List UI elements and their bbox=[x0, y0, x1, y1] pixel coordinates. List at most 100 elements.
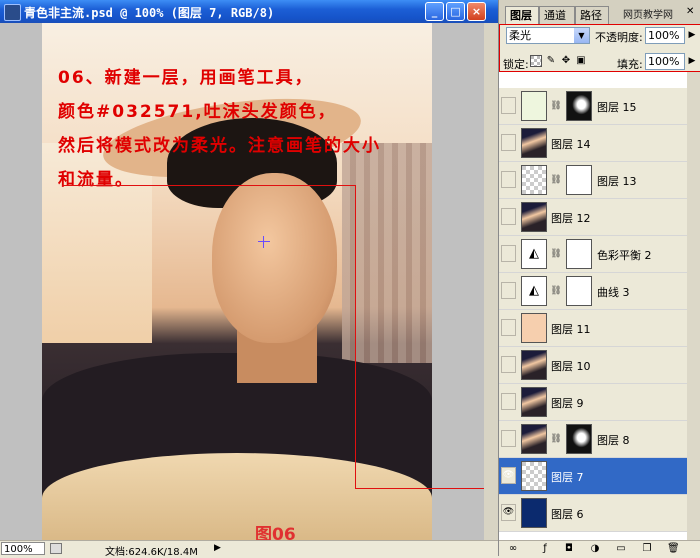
layer-row[interactable]: ⛓ 图层 8 bbox=[499, 421, 687, 458]
layer-style-icon[interactable]: ƒ bbox=[539, 543, 551, 555]
document-window: 青色非主流.psd @ 100% (图层 7, RGB/8) _ □ × 06、… bbox=[0, 0, 498, 558]
lock-brush-icon[interactable]: ✎ bbox=[545, 55, 557, 67]
layer-row[interactable]: ⛓ 图层 13 bbox=[499, 162, 687, 199]
site-watermark: 网页教学网 bbox=[623, 10, 673, 21]
layer-thumbnail[interactable] bbox=[521, 202, 547, 232]
layer-name[interactable]: 图层 11 bbox=[551, 321, 591, 337]
status-nav-icon[interactable] bbox=[50, 543, 62, 554]
layer-name[interactable]: 图层 10 bbox=[551, 358, 591, 374]
link-layers-icon[interactable]: ∞ bbox=[507, 543, 519, 555]
add-mask-icon[interactable]: ◘ bbox=[563, 543, 575, 555]
layer-row[interactable]: 图层 10 bbox=[499, 347, 687, 384]
visibility-eye-icon[interactable] bbox=[501, 430, 516, 447]
layer-thumbnail[interactable] bbox=[521, 165, 547, 195]
layer-thumbnail[interactable] bbox=[521, 461, 547, 491]
opacity-label: 不透明度: bbox=[595, 31, 643, 44]
layer-row[interactable]: ◭ ⛓ 色彩平衡 2 bbox=[499, 236, 687, 273]
layer-mask-thumbnail[interactable] bbox=[566, 276, 592, 306]
lock-move-icon[interactable]: ✥ bbox=[560, 55, 572, 67]
opacity-field[interactable]: 100% bbox=[645, 27, 685, 44]
adjustment-layer-icon[interactable]: ◑ bbox=[589, 543, 601, 555]
layer-thumbnail[interactable] bbox=[521, 128, 547, 158]
crosshair-cursor-icon bbox=[258, 236, 270, 248]
close-button[interactable]: × bbox=[467, 2, 486, 21]
layer-thumbnail[interactable] bbox=[521, 498, 547, 528]
status-menu-arrow-icon[interactable]: ▶ bbox=[214, 542, 226, 555]
layer-list: ⛓ 图层 15 图层 14 ⛓ 图层 13 图层 12 ◭ ⛓ 色彩平衡 2 ◭ ⛓ 曲线 3 图层 1… bbox=[499, 72, 687, 540]
panel-close-icon[interactable]: ✕ bbox=[686, 6, 698, 18]
layer-row[interactable]: 图层 12 bbox=[499, 199, 687, 236]
layer-thumbnail[interactable] bbox=[521, 91, 547, 121]
fill-slider-arrow-icon[interactable]: ▶ bbox=[686, 53, 698, 70]
mask-link-icon[interactable]: ⛓ bbox=[550, 285, 562, 297]
callout-line-vertical bbox=[355, 185, 356, 488]
delete-layer-icon[interactable]: 🗑 bbox=[667, 543, 680, 555]
fill-field[interactable]: 100% bbox=[645, 53, 685, 70]
opacity-slider-arrow-icon[interactable]: ▶ bbox=[686, 27, 698, 44]
layer-row[interactable]: 图层 11 bbox=[499, 310, 687, 347]
layer-row[interactable]: 👁 图层 7 bbox=[499, 458, 687, 495]
layer-thumbnail[interactable] bbox=[521, 424, 547, 454]
layer-thumbnail[interactable]: ◭ bbox=[521, 239, 547, 269]
canvas-area[interactable]: 06、新建一层，用画笔工具， 颜色#032571,吐沫头发颜色， 然后将模式改为… bbox=[0, 23, 498, 545]
document-titlebar[interactable]: 青色非主流.psd @ 100% (图层 7, RGB/8) _ □ × bbox=[0, 0, 498, 23]
mask-link-icon[interactable]: ⛓ bbox=[550, 174, 562, 186]
panel-tabs: 图层 通道 路径 网页教学网 ✕ bbox=[499, 0, 700, 24]
layer-mask-thumbnail[interactable] bbox=[566, 239, 592, 269]
instruction-text: 06、新建一层，用画笔工具， 颜色#032571,吐沫头发颜色， 然后将模式改为… bbox=[58, 61, 381, 197]
zoom-field[interactable]: 100% bbox=[1, 542, 45, 555]
layer-name[interactable]: 图层 14 bbox=[551, 136, 591, 152]
mask-link-icon[interactable]: ⛓ bbox=[550, 248, 562, 260]
chevron-down-icon[interactable]: ▼ bbox=[574, 28, 589, 43]
tab-channels[interactable]: 通道 bbox=[539, 6, 575, 24]
visibility-eye-icon[interactable] bbox=[501, 393, 516, 410]
layer-mask-thumbnail[interactable] bbox=[566, 91, 592, 121]
layer-thumbnail[interactable] bbox=[521, 387, 547, 417]
photo-knee bbox=[42, 453, 432, 540]
layer-mask-thumbnail[interactable] bbox=[566, 424, 592, 454]
visibility-eye-icon[interactable] bbox=[501, 97, 516, 114]
visibility-eye-icon[interactable] bbox=[501, 134, 516, 151]
layer-row[interactable]: 👁 图层 6 bbox=[499, 495, 687, 532]
lock-transparency-icon[interactable] bbox=[530, 55, 542, 67]
visibility-eye-icon[interactable]: 👁 bbox=[501, 504, 516, 521]
minimize-button[interactable]: _ bbox=[425, 2, 444, 21]
visibility-eye-icon[interactable] bbox=[501, 245, 516, 262]
visibility-eye-icon[interactable] bbox=[501, 356, 516, 373]
lock-all-icon[interactable]: ▣ bbox=[575, 55, 587, 67]
new-layer-icon[interactable]: ❐ bbox=[641, 543, 653, 555]
visibility-eye-icon[interactable]: 👁 bbox=[501, 467, 516, 484]
layer-name[interactable]: 图层 13 bbox=[597, 173, 637, 189]
layer-name[interactable]: 图层 15 bbox=[597, 99, 637, 115]
visibility-eye-icon[interactable] bbox=[501, 208, 516, 225]
layer-list-scrollbar[interactable] bbox=[687, 72, 700, 540]
layer-name[interactable]: 图层 7 bbox=[551, 469, 584, 485]
layer-name[interactable]: 图层 6 bbox=[551, 506, 584, 522]
visibility-eye-icon[interactable] bbox=[501, 319, 516, 336]
layer-mask-thumbnail[interactable] bbox=[566, 165, 592, 195]
layer-name[interactable]: 色彩平衡 2 bbox=[597, 247, 652, 263]
blend-mode-select[interactable]: 柔光 ▼ bbox=[506, 27, 590, 44]
layer-row[interactable]: ◭ ⛓ 曲线 3 bbox=[499, 273, 687, 310]
mask-link-icon[interactable]: ⛓ bbox=[550, 433, 562, 445]
tab-layers[interactable]: 图层 bbox=[505, 6, 539, 24]
mask-link-icon[interactable]: ⛓ bbox=[550, 100, 562, 112]
layer-thumbnail[interactable] bbox=[521, 350, 547, 380]
visibility-eye-icon[interactable] bbox=[501, 282, 516, 299]
layer-thumbnail[interactable]: ◭ bbox=[521, 276, 547, 306]
layer-row[interactable]: 图层 9 bbox=[499, 384, 687, 421]
layer-row[interactable]: 图层 14 bbox=[499, 125, 687, 162]
layer-name[interactable]: 曲线 3 bbox=[597, 284, 630, 300]
photoshop-icon bbox=[4, 4, 21, 21]
tab-paths[interactable]: 路径 bbox=[575, 6, 609, 24]
layer-name[interactable]: 图层 9 bbox=[551, 395, 584, 411]
layer-name[interactable]: 图层 8 bbox=[597, 432, 630, 448]
document-scrollbar[interactable] bbox=[484, 23, 498, 540]
layer-name[interactable]: 图层 12 bbox=[551, 210, 591, 226]
new-group-icon[interactable]: ▭ bbox=[615, 543, 627, 555]
layer-row[interactable]: ⛓ 图层 15 bbox=[499, 88, 687, 125]
maximize-button[interactable]: □ bbox=[446, 2, 465, 21]
layer-thumbnail[interactable] bbox=[521, 313, 547, 343]
visibility-eye-icon[interactable] bbox=[501, 171, 516, 188]
layers-panel: 图层 通道 路径 网页教学网 ✕ 柔光 ▼ 不透明度: 100% ▶ 锁定: ✎… bbox=[498, 0, 700, 557]
